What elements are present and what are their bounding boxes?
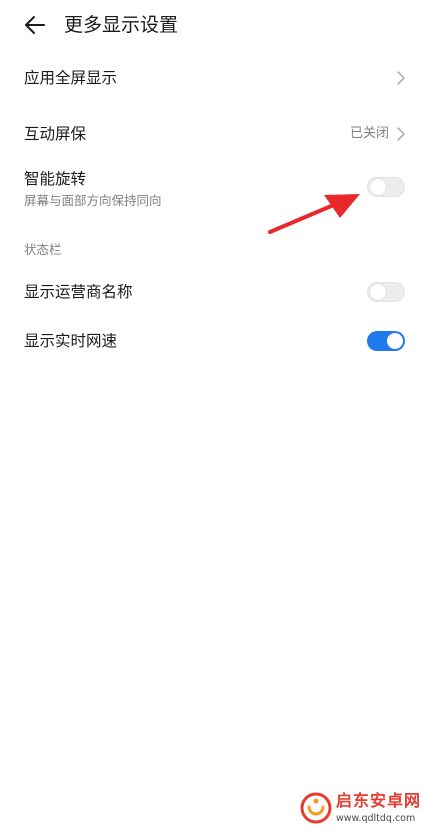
back-button[interactable] [18,10,52,40]
watermark-name: 启东安卓网 [336,791,422,810]
show-carrier-name-label: 显示运营商名称 [24,283,133,301]
switch-knob [370,179,386,195]
arrow-left-icon [25,16,45,34]
watermark-url: www.qdltdq.com [336,813,416,824]
smart-rotation-switch[interactable] [367,177,405,197]
show-network-speed-label: 显示实时网速 [24,332,118,350]
switch-knob [370,284,386,300]
smart-rotation-label: 智能旋转 [24,170,87,188]
smart-rotation-description: 屏幕与面部方向保持同向 [24,193,162,208]
watermark-logo-icon [300,792,332,824]
app-fullscreen-label: 应用全屏显示 [24,69,118,87]
chevron-right-icon [397,127,405,141]
show-network-speed-row[interactable]: 显示实时网速 [0,318,427,366]
show-network-speed-switch[interactable] [367,331,405,351]
show-carrier-name-switch[interactable] [367,282,405,302]
app-fullscreen-row[interactable]: 应用全屏显示 [0,52,427,104]
watermark: 启东安卓网 www.qdltdq.com [296,788,427,829]
chevron-right-icon [397,71,405,85]
switch-knob [387,333,403,349]
page-title: 更多显示设置 [64,14,179,36]
interactive-screensaver-label: 互动屏保 [24,125,87,143]
status-bar-section-label: 状态栏 [24,242,62,257]
interactive-screensaver-status: 已关闭 [349,126,389,141]
interactive-screensaver-row[interactable]: 互动屏保 已关闭 [0,108,427,160]
top-app-bar: 更多显示设置 [0,0,427,52]
show-carrier-name-row[interactable]: 显示运营商名称 [0,268,427,316]
red-arrow-icon [268,194,360,234]
